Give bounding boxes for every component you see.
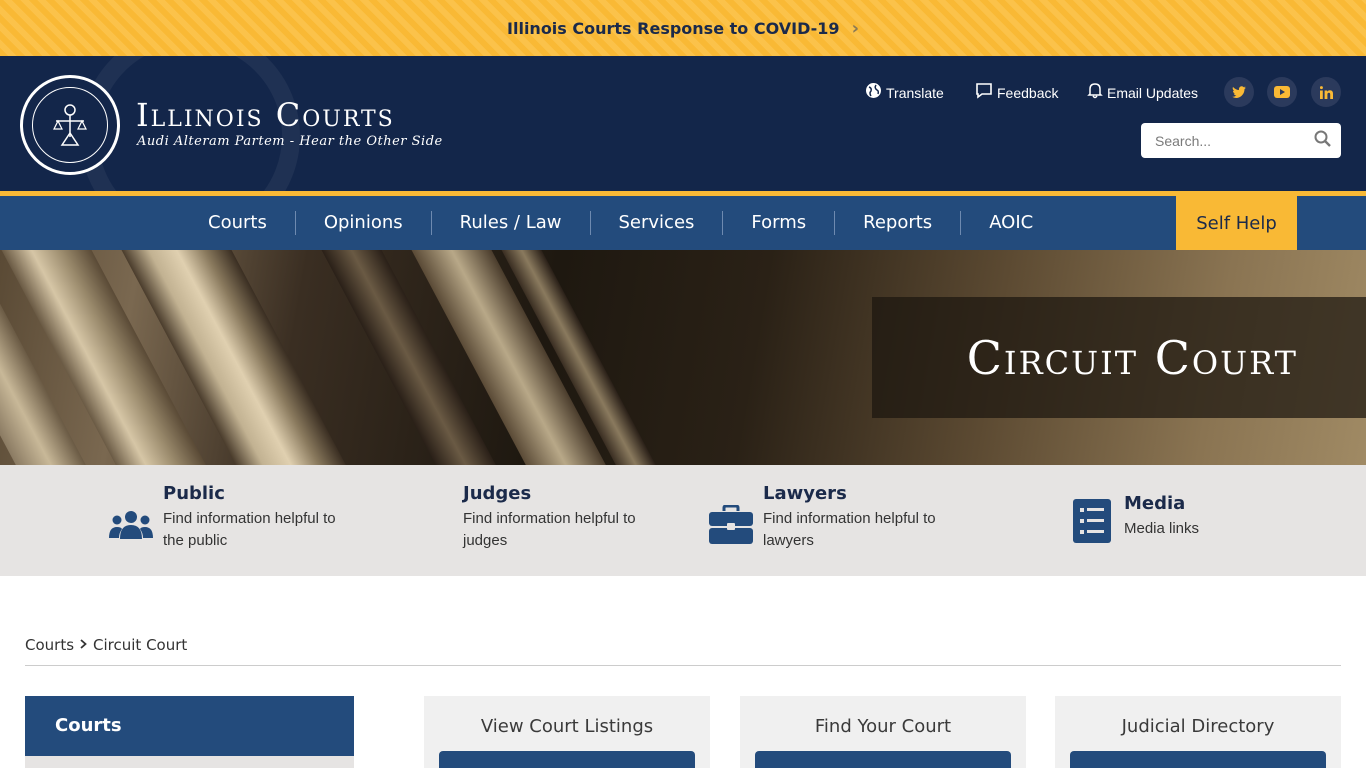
audience-media[interactable]: Media Media links [1068,493,1314,545]
card-find-your-court: Find Your Court [740,696,1026,768]
audience-judges-text: Judges Find information helpful to judge… [463,483,653,552]
card-title: Find Your Court [814,716,952,737]
card-button[interactable] [1070,751,1326,768]
bell-icon [1087,82,1103,104]
card-title: View Court Listings [480,716,654,737]
site-motto: Audi Alteram Partem - Hear the Other Sid… [137,134,443,149]
card-button[interactable] [439,751,695,768]
briefcase-icon [707,501,755,549]
breadcrumb-current: Circuit Court [93,636,188,654]
feedback-link[interactable]: Feedback [975,82,1058,104]
audience-lawyers-desc: Find information helpful to lawyers [763,510,936,549]
covid-alert-bar[interactable]: Illinois Courts Response to COVID-19 › [0,0,1366,56]
search-box [1141,123,1341,158]
justice-figure-icon [53,104,87,146]
nav-item-rules-law[interactable]: Rules / Law [432,211,591,235]
chevron-right-icon [80,638,87,653]
card-view-court-listings: View Court Listings [424,696,710,768]
nav-item-forms[interactable]: Forms [723,211,836,235]
card-judicial-directory: Judicial Directory [1055,696,1341,768]
audience-lawyers[interactable]: Lawyers Find information helpful to lawy… [707,483,953,552]
globe-icon [865,82,882,104]
list-icon [1068,497,1116,545]
chevron-right-icon: › [851,17,859,39]
audience-judges-title: Judges [463,483,532,504]
audience-judges-desc: Find information helpful to judges [463,510,636,549]
search-input[interactable] [1155,132,1315,149]
comment-icon [975,82,993,104]
sidebar-list [25,756,354,768]
card-button[interactable] [755,751,1011,768]
breadcrumb-divider [25,665,1341,666]
site-title[interactable]: Illinois Courts [136,96,395,134]
nav-item-services[interactable]: Services [591,211,724,235]
email-updates-link[interactable]: Email Updates [1087,82,1198,104]
self-help-button[interactable]: Self Help [1176,196,1297,250]
search-icon[interactable] [1314,130,1331,152]
audience-public[interactable]: Public Find information helpful to the p… [107,483,353,552]
feedback-label: Feedback [997,85,1059,101]
nav-item-reports[interactable]: Reports [835,211,962,235]
breadcrumb: Courts Circuit Court [25,636,187,654]
nav-item-opinions[interactable]: Opinions [296,211,432,235]
hero-title-box: Circuit Court [872,297,1366,418]
twitter-icon[interactable] [1224,77,1254,107]
main-nav: Courts Opinions Rules / Law Services For… [0,196,1366,250]
audience-public-text: Public Find information helpful to the p… [163,483,353,552]
sidebar-heading[interactable]: Courts [25,696,354,756]
hero-banner: Circuit Court [0,250,1366,465]
supreme-court-seal-logo[interactable] [20,75,120,175]
linkedin-icon[interactable] [1311,77,1341,107]
gavel-icon [407,501,455,549]
users-icon [107,501,155,549]
audience-links: Public Find information helpful to the p… [0,465,1366,576]
nav-item-aoic[interactable]: AOIC [961,211,1061,235]
audience-judges[interactable]: Judges Find information helpful to judge… [407,483,653,552]
translate-link[interactable]: Translate [865,82,944,104]
audience-media-title: Media [1124,493,1186,514]
youtube-icon[interactable] [1267,77,1297,107]
translate-label: Translate [886,85,944,101]
page-title: Circuit Court [966,330,1298,385]
audience-lawyers-text: Lawyers Find information helpful to lawy… [763,483,953,552]
site-header: Illinois Courts Audi Alteram Partem - He… [0,56,1366,191]
audience-public-title: Public [163,483,225,504]
breadcrumb-courts-link[interactable]: Courts [25,636,74,654]
card-title: Judicial Directory [1121,716,1275,737]
covid-alert-link[interactable]: Illinois Courts Response to COVID-19 [507,19,840,38]
main-nav-items: Courts Opinions Rules / Law Services For… [180,196,1061,250]
email-updates-label: Email Updates [1107,85,1199,101]
nav-item-courts[interactable]: Courts [180,211,296,235]
audience-media-desc: Media links [1124,520,1200,537]
seal-inner [32,87,108,163]
audience-media-text: Media Media links [1124,493,1314,545]
audience-public-desc: Find information helpful to the public [163,510,336,549]
audience-lawyers-title: Lawyers [763,483,847,504]
